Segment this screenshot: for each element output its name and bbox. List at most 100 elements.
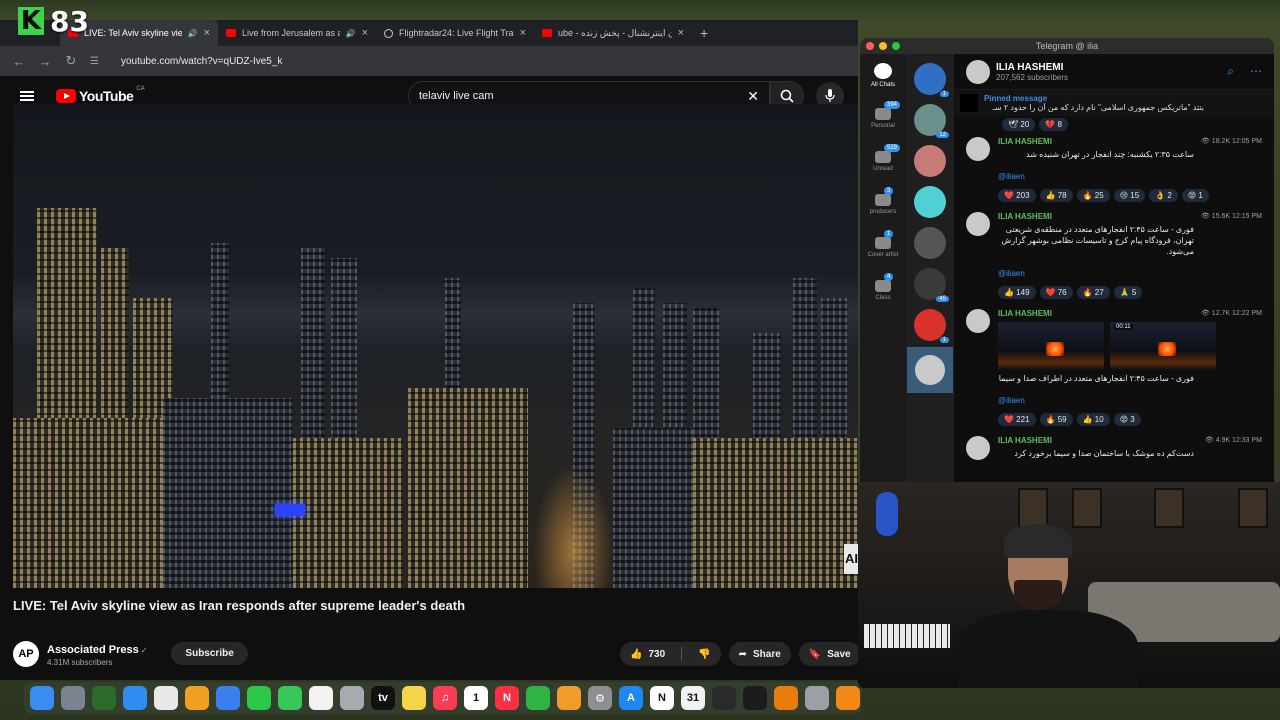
- close-tab-icon[interactable]: ×: [204, 27, 210, 39]
- reaction-chip[interactable]: 🔥 27: [1076, 286, 1110, 299]
- search-icon[interactable]: ⌕: [1227, 64, 1234, 79]
- close-tab-icon[interactable]: ×: [520, 27, 526, 39]
- chat-avatar-selected[interactable]: [907, 347, 953, 393]
- folder-unread[interactable]: 529 Unread: [860, 140, 906, 183]
- photos-icon[interactable]: [185, 686, 209, 710]
- obs-icon[interactable]: [712, 686, 736, 710]
- safari-icon[interactable]: [123, 686, 147, 710]
- folder-producers[interactable]: 3 producers: [860, 183, 906, 226]
- post-link[interactable]: @iliaen: [998, 172, 1264, 181]
- reaction-chip[interactable]: 👌 2: [1149, 189, 1178, 202]
- media-video[interactable]: 00:11: [1110, 322, 1216, 370]
- reaction-chip[interactable]: ❤️ 76: [1039, 286, 1073, 299]
- folder-all-chats[interactable]: All Chats: [860, 54, 906, 97]
- share-button[interactable]: ➦ Share: [728, 642, 791, 666]
- tab-flightradar[interactable]: Flightradar24: Live Flight Tra ×: [376, 20, 534, 46]
- url-field[interactable]: youtube.com/watch?v=qUDZ-Ive5_k: [121, 56, 282, 67]
- reaction-chip[interactable]: 🔥 59: [1039, 413, 1073, 426]
- reaction-chip[interactable]: 🔥 25: [1076, 189, 1110, 202]
- low-building: [408, 388, 528, 588]
- chat-avatar[interactable]: [914, 145, 946, 177]
- save-button[interactable]: 🔖 Save: [798, 642, 861, 666]
- video-player[interactable]: AI: [13, 104, 858, 588]
- reaction-chip[interactable]: 🕊 20: [1002, 118, 1036, 131]
- app2-icon[interactable]: [743, 686, 767, 710]
- close-tab-icon[interactable]: ×: [678, 27, 684, 39]
- calendar-icon[interactable]: 1: [464, 686, 488, 710]
- youtube-favicon-icon: [226, 29, 236, 37]
- news-icon[interactable]: N: [495, 686, 519, 710]
- reaction-chip[interactable]: 👍 10: [1076, 413, 1110, 426]
- like-button[interactable]: 👍 730: [620, 642, 675, 666]
- app-store-icon[interactable]: A: [619, 686, 643, 710]
- finder-icon[interactable]: [30, 686, 54, 710]
- freeform-icon[interactable]: [309, 686, 333, 710]
- chat-avatar[interactable]: [914, 186, 946, 218]
- menu-icon[interactable]: [20, 91, 34, 101]
- music-icon[interactable]: ♫: [433, 686, 457, 710]
- close-window-button[interactable]: [866, 42, 874, 50]
- reaction-chip[interactable]: 👍 78: [1039, 189, 1073, 202]
- garageband-icon[interactable]: [836, 686, 860, 710]
- new-tab-button[interactable]: +: [692, 25, 708, 41]
- folder-class[interactable]: 4 Class: [860, 269, 906, 312]
- chat-avatar[interactable]: 12: [914, 104, 949, 138]
- tab-iran-international[interactable]: ube - ایران اینترنشنال - پخش زنده ×: [534, 20, 692, 46]
- speaker-icon[interactable]: 🔊: [188, 29, 198, 38]
- reaction-chip[interactable]: 💔 8: [1039, 118, 1068, 131]
- post-link[interactable]: @iliaen: [998, 269, 1264, 278]
- reload-icon[interactable]: ↻: [64, 53, 78, 69]
- channel-name[interactable]: Associated Press: [47, 644, 139, 656]
- close-tab-icon[interactable]: ×: [362, 27, 368, 39]
- channel-avatar[interactable]: [966, 59, 990, 84]
- messages-icon[interactable]: [278, 686, 302, 710]
- settings-icon[interactable]: ⚙: [588, 686, 612, 710]
- chat-avatar[interactable]: 45: [914, 268, 949, 302]
- pages-icon[interactable]: [557, 686, 581, 710]
- dislike-button[interactable]: 👎: [688, 642, 720, 666]
- video-title: LIVE: Tel Aviv skyline view as Iran resp…: [13, 598, 466, 613]
- reaction-chip[interactable]: 😢 15: [1113, 189, 1146, 202]
- reaction-chip[interactable]: ❤️ 221: [998, 413, 1036, 426]
- notion-icon[interactable]: N: [650, 686, 674, 710]
- channel-name[interactable]: ILIA HASHEMI: [996, 62, 1068, 73]
- back-arrow-icon[interactable]: ←: [12, 54, 26, 69]
- cal-icon[interactable]: 31: [681, 686, 705, 710]
- reaction-chip[interactable]: 😡 3: [1113, 413, 1141, 426]
- notes-icon[interactable]: [402, 686, 426, 710]
- apple-tv-icon[interactable]: tv: [371, 686, 395, 710]
- preview-icon[interactable]: [340, 686, 364, 710]
- chat-list: 1 12 45 1: [906, 54, 954, 482]
- youtube-logo[interactable]: YouTube CA: [56, 86, 145, 104]
- blender-icon[interactable]: [774, 686, 798, 710]
- tab-jerusalem[interactable]: Live from Jerusalem as ai 🔊 ×: [218, 20, 376, 46]
- launchpad-icon[interactable]: [61, 686, 85, 710]
- speaker-icon[interactable]: 🔊: [346, 29, 356, 38]
- forward-arrow-icon[interactable]: →: [38, 54, 52, 69]
- chat-avatar[interactable]: [914, 227, 946, 259]
- site-info-icon[interactable]: ☰: [90, 56, 99, 67]
- numbers-icon[interactable]: [526, 686, 550, 710]
- post-link[interactable]: @iliaen: [998, 396, 1264, 405]
- reaction-chip[interactable]: 🙏 5: [1113, 286, 1143, 299]
- app-icon[interactable]: [92, 686, 116, 710]
- pinned-message[interactable]: Pinned message بتتد "ماتریکس جمهوری اسلا…: [954, 90, 1274, 116]
- more-icon[interactable]: ⋯: [1250, 64, 1262, 79]
- media-photo[interactable]: [998, 322, 1104, 370]
- chat-avatar[interactable]: 1: [914, 309, 949, 343]
- facetime-icon[interactable]: [247, 686, 271, 710]
- folder-cover-artist[interactable]: 1 Cover artist: [860, 226, 906, 269]
- system-icon[interactable]: [805, 686, 829, 710]
- mail-icon[interactable]: [216, 686, 240, 710]
- zoom-window-button[interactable]: [892, 42, 900, 50]
- folder-personal[interactable]: 394 Personal: [860, 97, 906, 140]
- chrome-icon[interactable]: [154, 686, 178, 710]
- reaction-chip[interactable]: ❤️ 203: [998, 189, 1036, 202]
- chat-avatar[interactable]: 1: [914, 63, 949, 97]
- clear-search-icon[interactable]: ✕: [747, 88, 759, 105]
- minimize-window-button[interactable]: [879, 42, 887, 50]
- reaction-chip[interactable]: 😡 1: [1181, 189, 1209, 202]
- subscribe-button[interactable]: Subscribe: [171, 642, 248, 665]
- channel-avatar[interactable]: AP: [13, 640, 39, 667]
- reaction-chip[interactable]: 👍 149: [998, 286, 1036, 299]
